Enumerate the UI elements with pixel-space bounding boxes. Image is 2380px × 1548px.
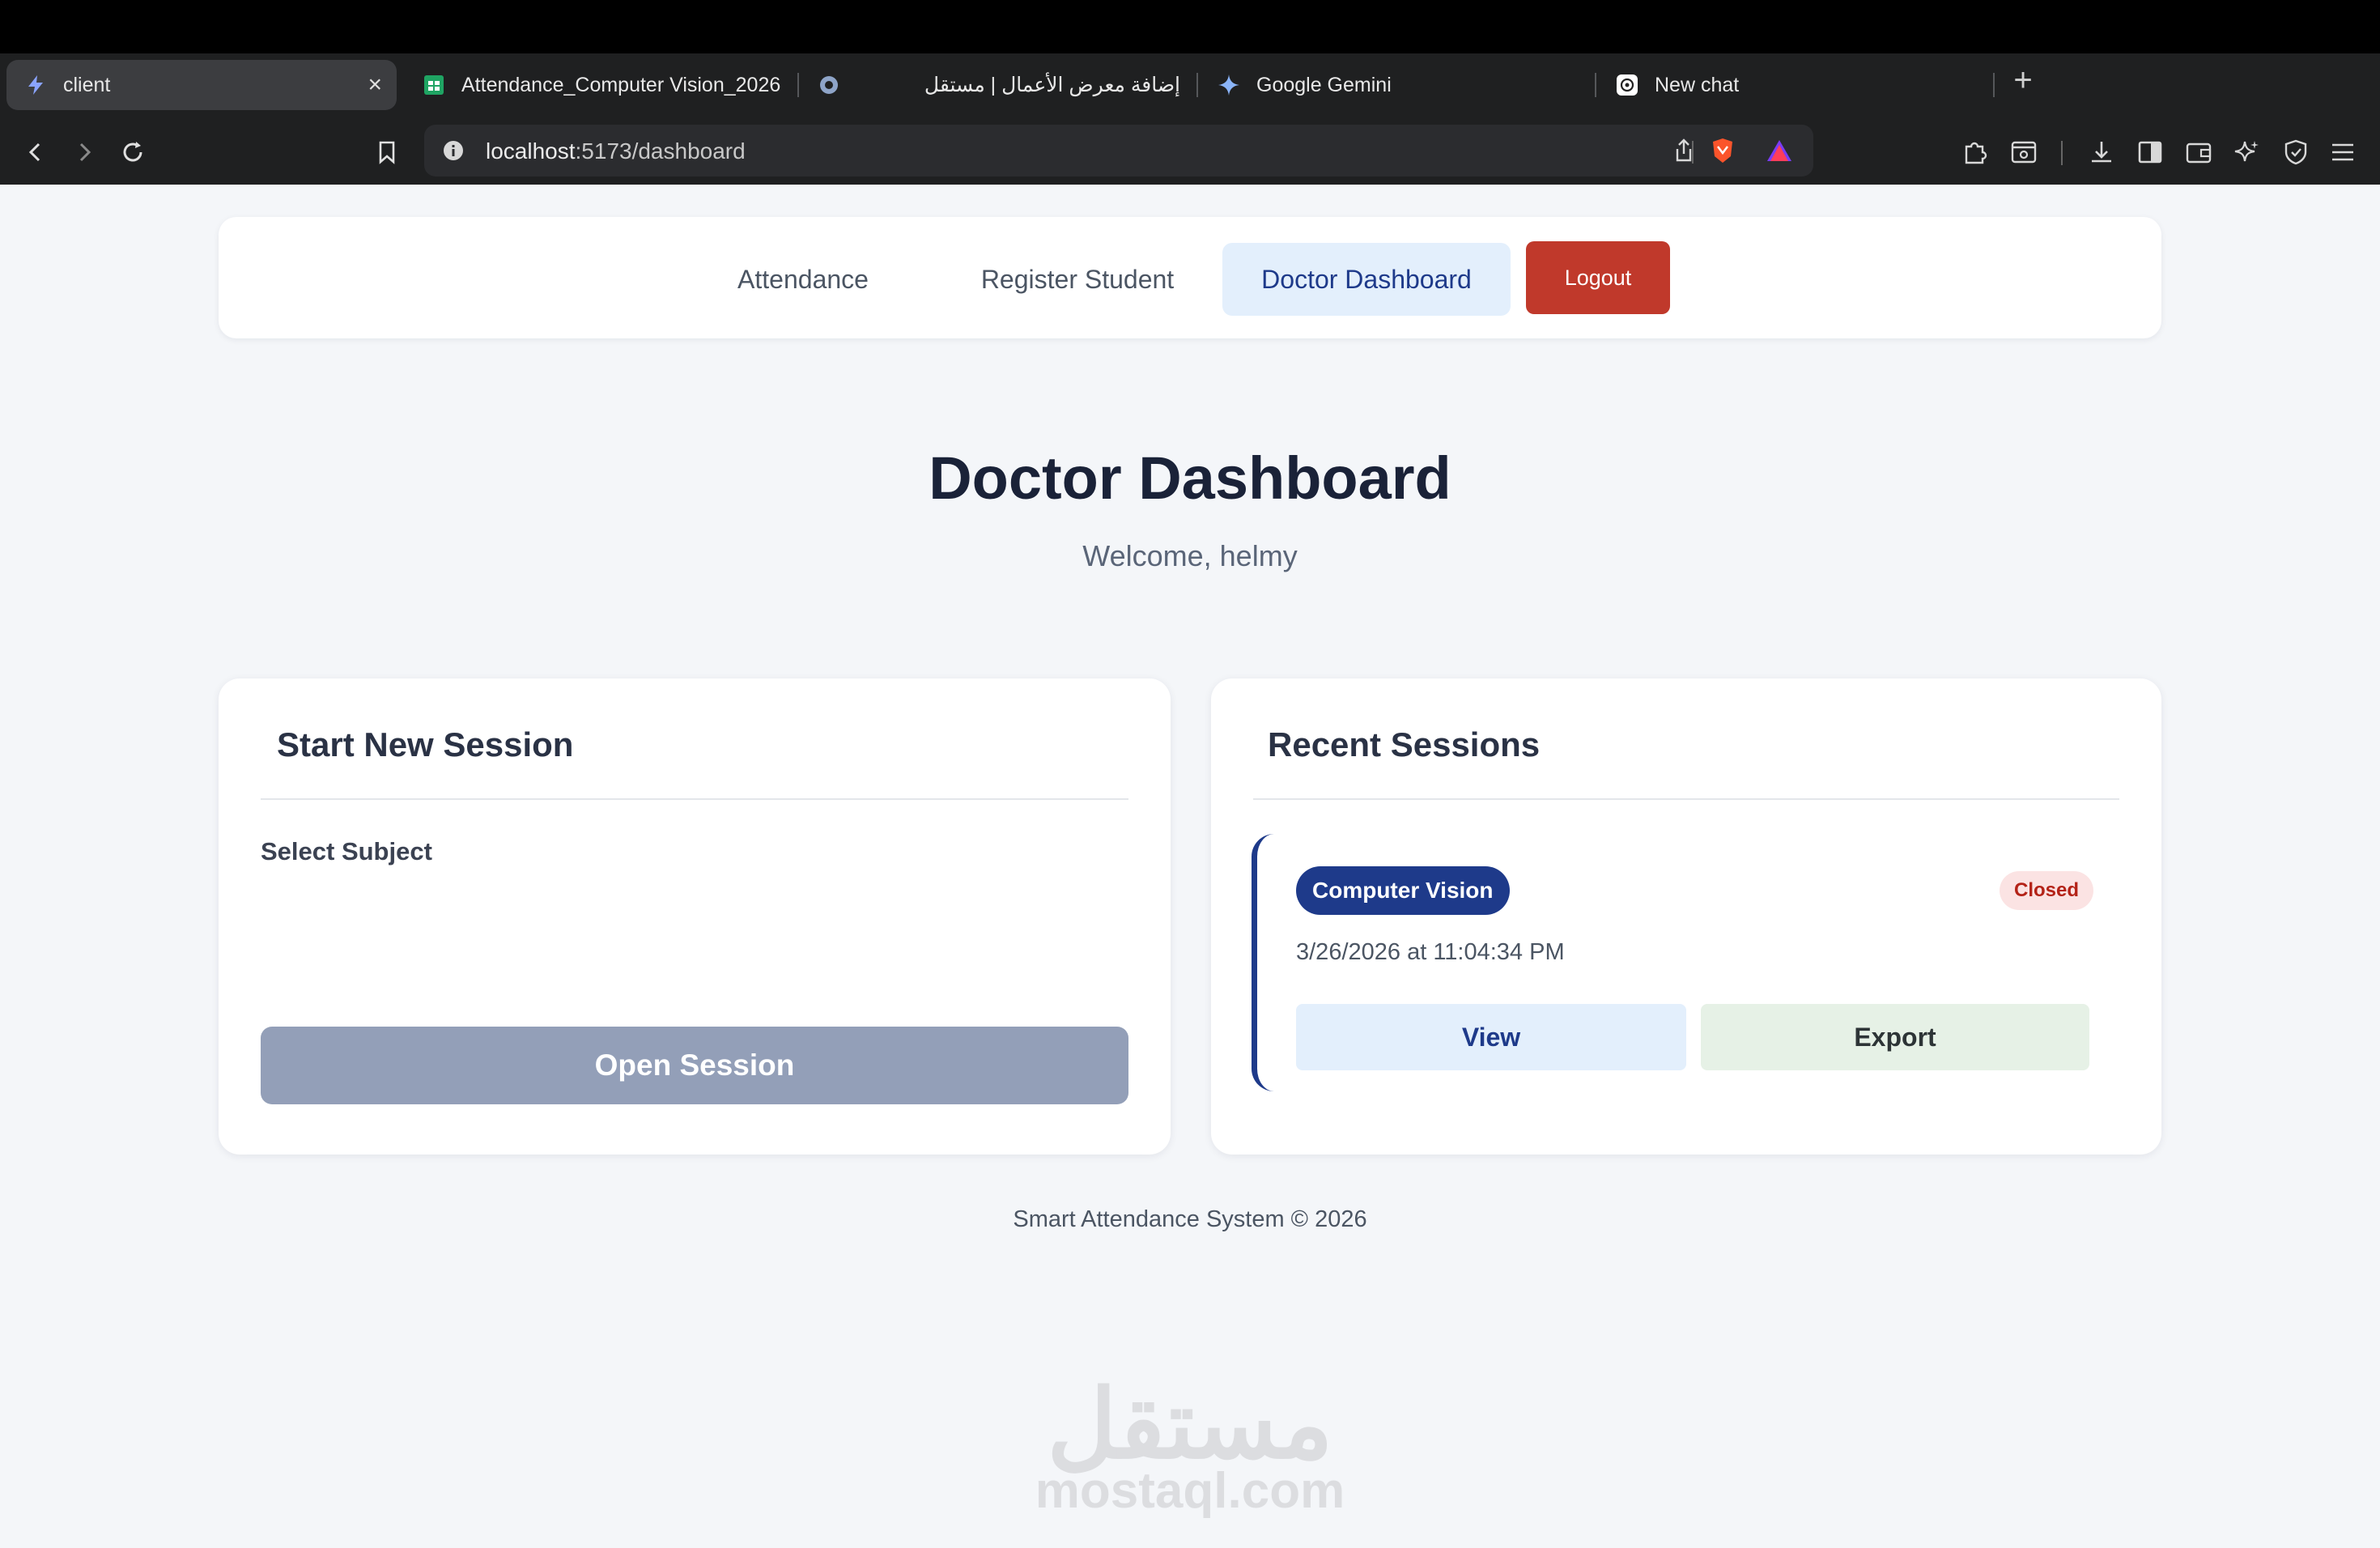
download-icon[interactable] [2085, 136, 2118, 168]
tab-title: client [63, 73, 111, 96]
tab-title: New chat [1655, 73, 1740, 96]
brave-shields-icon[interactable] [1706, 134, 1739, 167]
subject-badge: Computer Vision [1296, 866, 1510, 915]
footer-text: Smart Attendance System © 2026 [1013, 1206, 1367, 1232]
tab-separator [797, 73, 799, 97]
menu-hamburger-icon[interactable] [2327, 136, 2359, 168]
bolt-favicon-icon [24, 74, 47, 96]
tab-mostaql[interactable]: إضافة معرض الأعمال | مستقل [810, 60, 1190, 110]
extensions-puzzle-icon[interactable] [1959, 136, 1991, 168]
reload-icon[interactable] [117, 136, 149, 168]
tab-title: إضافة معرض الأعمال | مستقل [924, 74, 1180, 96]
sidebar-toggle-icon[interactable] [2134, 136, 2166, 168]
card-title: Start New Session [277, 725, 574, 763]
brave-rewards-icon[interactable] [1763, 134, 1796, 167]
tab-gemini[interactable]: Google Gemini [1209, 60, 1590, 110]
url-text: localhost:5173/dashboard [486, 138, 746, 164]
share-icon[interactable] [1668, 134, 1700, 167]
back-arrow-icon[interactable] [19, 136, 52, 168]
system-top-bar [0, 0, 2380, 53]
new-tab-plus-icon[interactable]: + [2011, 64, 2035, 96]
tab-title: Google Gemini [1256, 73, 1392, 96]
address-bar[interactable]: localhost:5173/dashboard [424, 125, 1813, 176]
bookmark-icon[interactable] [371, 136, 403, 168]
tab-separator [1993, 73, 1995, 97]
open-session-button[interactable]: Open Session [261, 1027, 1128, 1104]
tab-new-chat[interactable]: New chat [1608, 60, 1988, 110]
top-nav: Attendance Register Student Doctor Dashb… [219, 217, 2161, 338]
export-button[interactable]: Export [1701, 1004, 2089, 1070]
tab-attendance-sheet[interactable]: Attendance_Computer Vision_2026 [414, 60, 787, 110]
tab-separator [1196, 73, 1198, 97]
welcome-text: Welcome, helmy [1082, 539, 1298, 572]
watermark-url: mostaql.com [1035, 1463, 1345, 1519]
card-divider [261, 798, 1128, 800]
ring-favicon-icon [818, 74, 840, 96]
start-session-card: Start New Session Select Subject Open Se… [219, 678, 1171, 1155]
recent-sessions-card: Recent Sessions Computer Vision Closed 3… [1211, 678, 2161, 1155]
reader-mode-icon[interactable] [2008, 136, 2040, 168]
sheets-favicon-icon [423, 74, 445, 96]
status-badge: Closed [1999, 871, 2093, 910]
tab-strip: client × Attendance_Computer Vision_2026… [0, 53, 2380, 120]
tab-client[interactable]: client × [6, 60, 397, 110]
forward-arrow-icon[interactable] [68, 136, 100, 168]
toolbar-divider [2061, 141, 2063, 165]
card-title: Recent Sessions [1268, 725, 1541, 763]
browser-toolbar: localhost:5173/dashboard [0, 120, 2380, 185]
gemini-favicon-icon [1218, 74, 1240, 96]
tab-title: Attendance_Computer Vision_2026 [461, 73, 781, 96]
nav-doctor-dashboard[interactable]: Doctor Dashboard [1222, 243, 1511, 316]
chatgpt-favicon-icon [1616, 74, 1638, 96]
session-datetime: 3/26/2026 at 11:04:34 PM [1296, 939, 1565, 965]
vpn-shield-icon[interactable] [2280, 136, 2312, 168]
tab-separator [1595, 73, 1596, 97]
close-tab-icon[interactable]: × [368, 71, 382, 99]
page-title: Doctor Dashboard [929, 444, 1451, 512]
nav-register-student[interactable]: Register Student [968, 243, 1187, 316]
logout-button[interactable]: Logout [1526, 241, 1670, 314]
select-subject-label: Select Subject [261, 837, 432, 865]
nav-attendance[interactable]: Attendance [730, 243, 876, 316]
session-item: Computer Vision Closed 3/26/2026 at 11:0… [1252, 834, 2121, 1091]
card-divider [1253, 798, 2119, 800]
view-button[interactable]: View [1296, 1004, 1686, 1070]
wallet-icon[interactable] [2182, 136, 2215, 168]
site-info-icon[interactable] [437, 134, 470, 167]
leo-ai-icon[interactable] [2231, 136, 2263, 168]
url-divider [1692, 141, 1694, 164]
